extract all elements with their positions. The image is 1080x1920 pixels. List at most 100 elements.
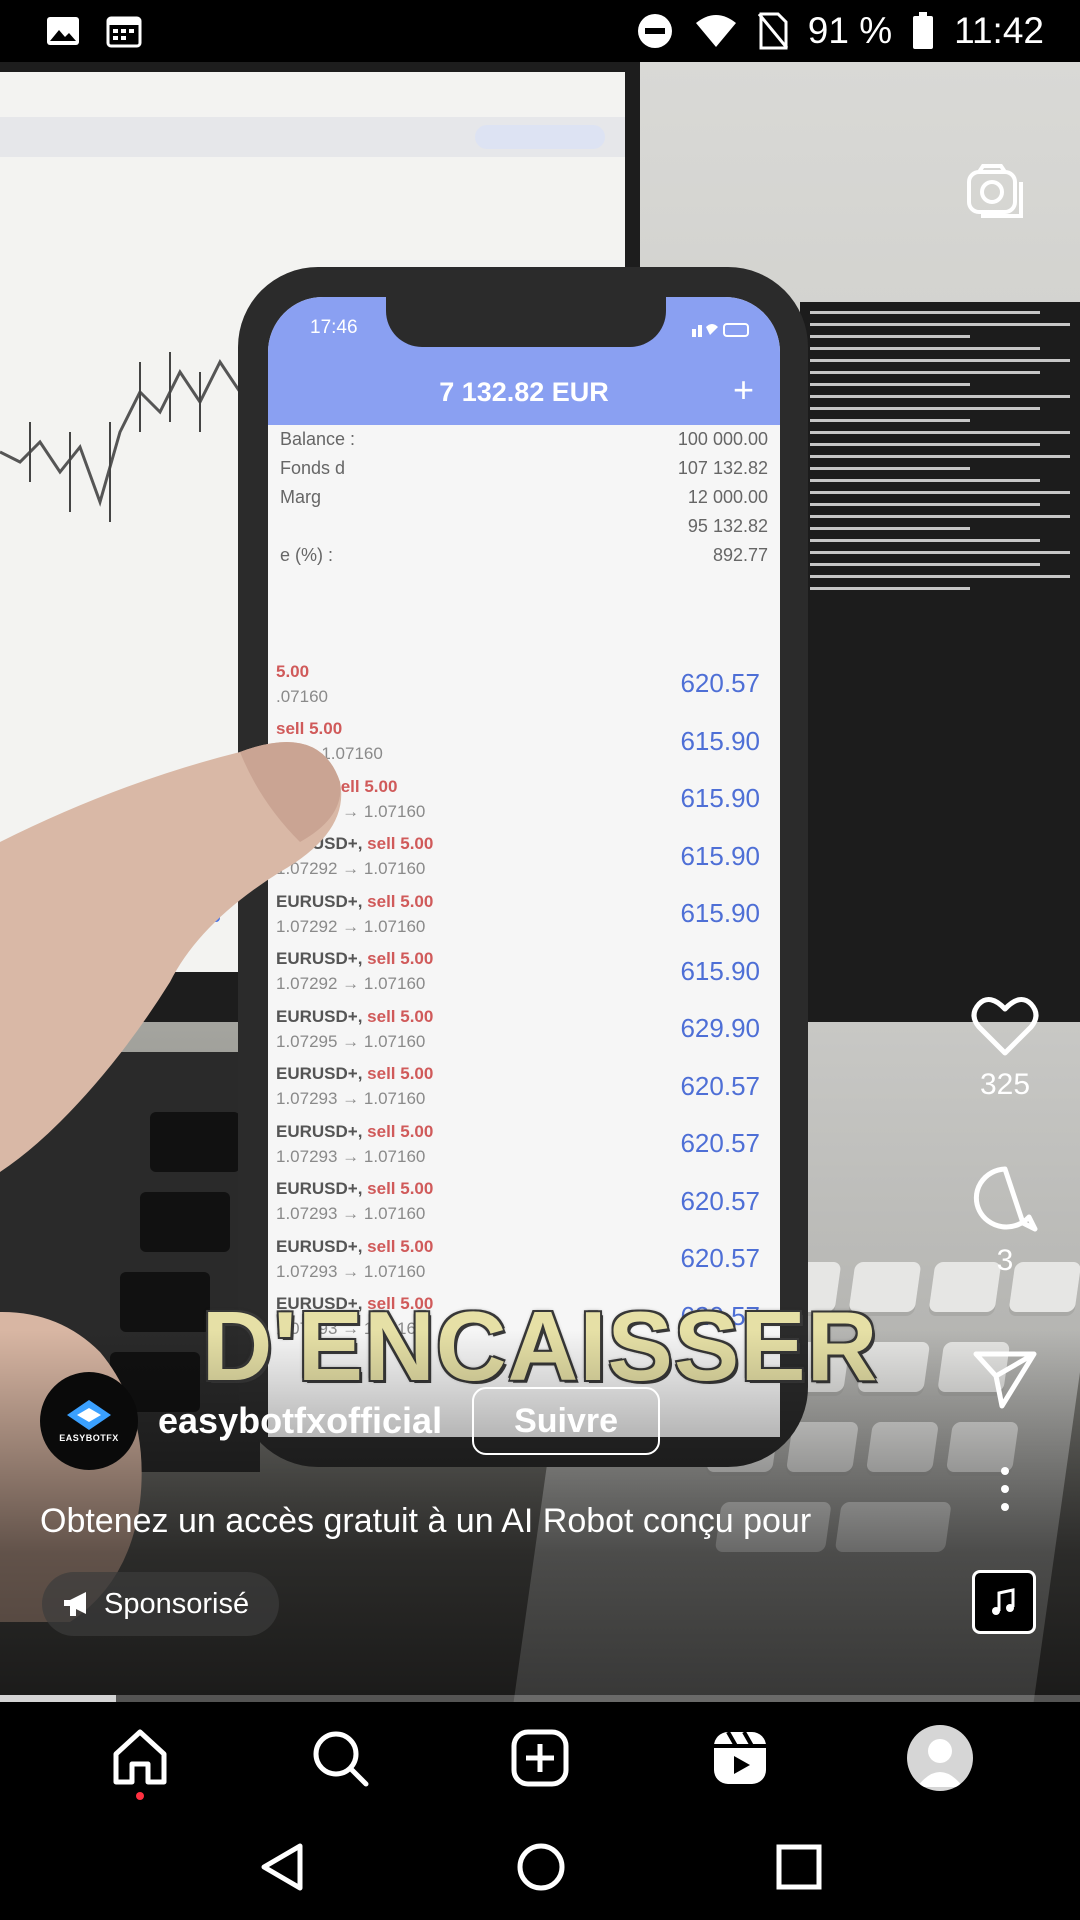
summary-row: Fonds d 107 132.82 <box>280 454 768 483</box>
summary-row: 95 132.82 <box>280 512 768 541</box>
back-icon[interactable] <box>258 1842 306 1892</box>
trade-row: EURUSD+, sell 5.00 1.07293 → 1.07160 620.5… <box>276 1230 760 1288</box>
trade-symbol: USD+, sell 5.00 <box>276 776 398 796</box>
trade-symbol: EURUSD+, sell 5.00 <box>276 1006 434 1026</box>
trade-prices: 1.07292 → 1.07160 <box>276 859 426 879</box>
nav-reels[interactable] <box>700 1718 780 1798</box>
sponsored-badge[interactable]: Sponsorisé <box>42 1572 280 1636</box>
no-sim-icon <box>757 12 788 50</box>
trade-row: EURUSD+, sell 5.00 1.07293 → 1.07160 620.5… <box>276 1173 760 1231</box>
follow-button[interactable]: Suivre <box>472 1387 661 1455</box>
author-avatar[interactable]: EASYBOTFX <box>40 1372 138 1470</box>
brand-logo-icon <box>67 1399 111 1430</box>
trade-side: sell 5.00 <box>276 719 343 739</box>
music-note-icon <box>992 1588 1015 1615</box>
trade-symbol: EURUSD+, sell 5.00 <box>276 1236 434 1256</box>
home-icon <box>113 1729 167 1785</box>
avatar-brand-text: EASYBOTFX <box>59 1432 119 1443</box>
do-not-disturb-icon <box>636 12 674 50</box>
trade-side: sell 5.00 <box>362 1179 434 1199</box>
trade-symbol: EURUSD+, sell 5.00 <box>276 1064 434 1084</box>
phone-plus-icon: + <box>732 369 754 410</box>
trade-side: sell 5.00 <box>326 776 398 796</box>
trade-side: 5.00 <box>276 661 310 681</box>
summary-label: Fonds d <box>280 458 346 478</box>
trade-symbol: EURUSD+, sell 5.00 <box>276 1179 434 1199</box>
search-icon <box>313 1731 369 1787</box>
send-icon[interactable] <box>972 1350 1038 1410</box>
trade-row: EURUSD+, sell 5.00 1.07292 → 1.07160 615.9… <box>276 943 760 1001</box>
summary-value: 892.77 <box>712 545 768 565</box>
summary-value: 100 000.00 <box>677 429 768 449</box>
summary-label: e (%) : <box>280 545 334 565</box>
account-summary: Balance : 100 000.00 Fonds d 107 132.82 Marg… <box>280 425 768 570</box>
trade-row: EURUSD+, sell 5.00 1.07293 → 1.07160 620.5… <box>276 1115 760 1173</box>
battery-percent: 91 % <box>807 10 893 51</box>
trade-symbol: 5.00 <box>276 659 328 684</box>
trade-profit: 620.57 <box>680 668 760 699</box>
username-link[interactable]: easybotfxofficial <box>158 1400 442 1442</box>
trade-profit: 615.90 <box>680 898 760 929</box>
trade-prices: 1.07292 → 1.07160 <box>276 916 426 936</box>
clock: 11:42 <box>954 10 1044 51</box>
status-bar: 91 % 11:42 <box>0 0 1080 62</box>
summary-row: Marg 12 000.00 <box>280 483 768 512</box>
trade-profit: 615.90 <box>680 840 760 871</box>
trade-side: sell 5.00 <box>362 1006 434 1026</box>
trade-profit: 620.57 <box>680 1070 760 1101</box>
bottom-navigation <box>0 1702 1080 1814</box>
trade-prices: 1.07292 → 1.07160 <box>276 801 426 821</box>
trade-prices: 1.07293 → 1.07160 <box>276 1261 426 1281</box>
heart-icon[interactable] <box>971 995 1039 1057</box>
audio-thumbnail[interactable] <box>972 1570 1036 1634</box>
background-terminal <box>800 302 1080 1022</box>
trade-row: EURUSD+, sell 5.00 1.07295 → 1.07160 629.9… <box>276 1000 760 1058</box>
trade-row: EURUSD+, sell 5.00 1.07292 → 1.07160 615.9… <box>276 828 760 886</box>
trade-profit: 629.90 <box>680 1013 760 1044</box>
trade-row: 5.00 .07160 620.57 <box>276 655 760 713</box>
nav-profile[interactable] <box>900 1718 980 1798</box>
trade-list: 5.00 .07160 620.57 sell 5.00 92 → 1.07160 61… <box>276 655 760 1345</box>
trade-profit: 620.57 <box>680 1185 760 1216</box>
trade-symbol: EURUSD+, sell 5.00 <box>276 834 434 854</box>
comment-icon[interactable] <box>971 1165 1039 1233</box>
trade-prices: 1.07293 → 1.07160 <box>276 1204 426 1224</box>
summary-value: 95 132.82 <box>687 516 768 536</box>
megaphone-icon <box>64 1592 86 1616</box>
phone-header: 17:46 7 132.82 EUR + <box>268 297 780 425</box>
recents-icon[interactable] <box>776 1844 822 1890</box>
nav-home[interactable] <box>100 1718 180 1800</box>
trade-side: sell 5.00 <box>362 949 434 969</box>
like-count: 325 <box>979 1068 1031 1101</box>
home-circle-icon[interactable] <box>516 1842 566 1892</box>
author-row: EASYBOTFX easybotfxofficial Suivre <box>40 1372 661 1470</box>
phone-balance: 7 132.82 EUR <box>439 377 609 407</box>
comment-action[interactable]: 3 <box>960 1165 1050 1278</box>
profile-avatar <box>907 1725 973 1791</box>
trade-profit: 620.57 <box>680 1128 760 1159</box>
share-action[interactable] <box>960 1350 1050 1415</box>
home-notification-dot <box>136 1792 144 1800</box>
trade-symbol: EURUSD+, sell 5.00 <box>276 1121 434 1141</box>
wifi-icon <box>694 13 738 49</box>
summary-value: 107 132.82 <box>677 458 768 478</box>
video-progress-bar[interactable] <box>0 1695 1080 1702</box>
trade-profit: 615.90 <box>680 725 760 756</box>
trade-row: EURUSD+, sell 5.00 1.07292 → 1.07160 615.9… <box>276 885 760 943</box>
summary-value: 12 000.00 <box>687 487 768 507</box>
calendar-icon <box>106 14 142 48</box>
trade-prices: 1.07295 → 1.07160 <box>276 1031 426 1051</box>
camera-icon[interactable] <box>965 162 1027 224</box>
trade-prices: 1.07293 → 1.07160 <box>276 1089 426 1109</box>
trade-row: sell 5.00 92 → 1.07160 615.90 <box>276 713 760 771</box>
more-options-icon[interactable] <box>990 1465 1020 1515</box>
trade-side: sell 5.00 <box>362 834 434 854</box>
like-action[interactable]: 325 <box>960 995 1050 1102</box>
summary-row: e (%) : 892.77 <box>280 541 768 570</box>
nav-search[interactable] <box>300 1718 380 1798</box>
post-description[interactable]: Obtenez un accès gratuit à un AI Robot c… <box>40 1502 811 1541</box>
comment-count: 3 <box>996 1244 1014 1277</box>
trade-side: sell 5.00 <box>362 891 434 911</box>
nav-create[interactable] <box>500 1718 580 1798</box>
trade-side: sell 5.00 <box>362 1121 434 1141</box>
